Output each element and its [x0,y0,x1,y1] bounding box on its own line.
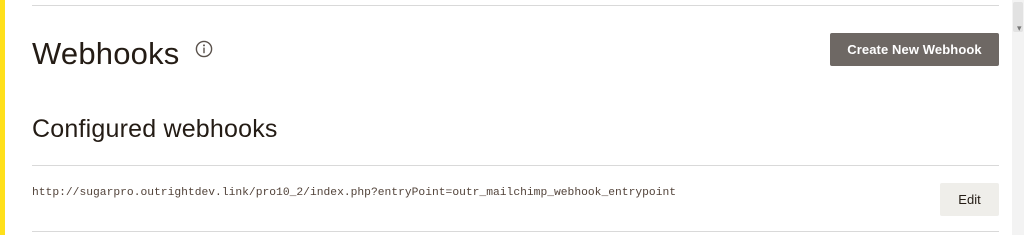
left-accent-bar [0,0,5,235]
scroll-down-arrow-icon[interactable]: ▾ [1017,24,1022,33]
page-title: Webhooks [32,36,180,71]
edit-webhook-button[interactable]: Edit [940,183,999,216]
info-circle-icon[interactable] [195,40,213,58]
scrollbar-track[interactable] [1012,0,1024,235]
top-divider [32,5,999,6]
webhook-row: http://sugarpro.outrightdev.link/pro10_2… [32,166,999,231]
create-new-webhook-button[interactable]: Create New Webhook [830,33,999,66]
page-header: Webhooks [32,34,213,74]
webhook-url: http://sugarpro.outrightdev.link/pro10_2… [32,187,677,199]
section-title: Configured webhooks [32,115,278,143]
list-bottom-divider [32,231,999,232]
